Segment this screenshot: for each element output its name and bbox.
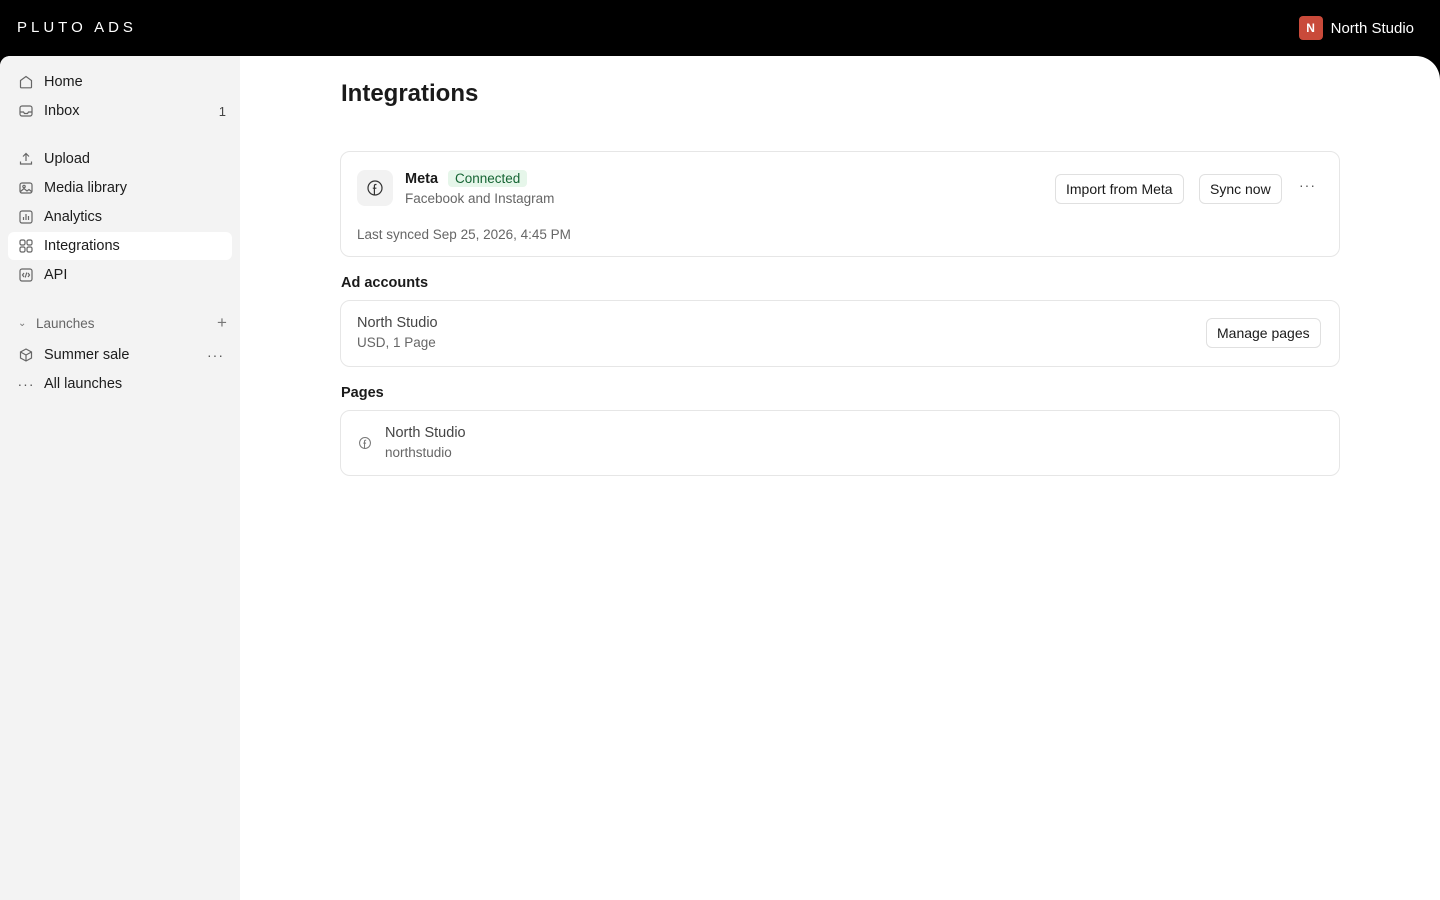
workspace-avatar: N — [1298, 16, 1323, 40]
launches-section-header[interactable]: ⌄ Launches + — [18, 312, 230, 334]
facebook-icon — [357, 170, 393, 206]
integration-name: Meta — [405, 171, 439, 187]
sidebar-item-label: Media library — [44, 180, 127, 196]
sidebar-item-label: Analytics — [44, 209, 103, 225]
last-synced-text: Last synced Sep 25, 2026, 4:45 PM — [357, 227, 571, 242]
ad-account-card: North Studio USD, 1 Page Manage pages — [340, 300, 1340, 367]
main-content: Integrations Meta Connected Facebook and… — [240, 56, 1440, 900]
app-logo[interactable]: PLUTO ADS — [17, 19, 137, 36]
inbox-icon — [8, 103, 44, 119]
inbox-count-badge: 1 — [218, 103, 226, 119]
analytics-icon — [8, 209, 44, 225]
page-card: North Studio northstudio — [340, 410, 1340, 476]
integrations-icon — [8, 238, 44, 254]
more-options-button[interactable]: ··· — [1299, 177, 1316, 193]
home-icon — [8, 74, 44, 90]
sidebar-item-label: Upload — [44, 151, 90, 167]
media-library-icon — [8, 180, 44, 196]
page-title: Integrations — [341, 80, 479, 107]
box-icon — [8, 347, 44, 363]
workspace-switcher[interactable]: N North Studio — [1298, 16, 1414, 40]
sidebar-item-analytics[interactable]: Analytics — [8, 203, 232, 231]
sidebar-item-label: API — [44, 267, 68, 283]
top-bar: PLUTO ADS N North Studio — [0, 0, 1440, 56]
ad-account-details: USD, 1 Page — [357, 335, 436, 350]
add-launch-button[interactable]: + — [214, 313, 230, 333]
sidebar-item-label: Home — [44, 74, 83, 90]
manage-pages-button[interactable]: Manage pages — [1206, 318, 1321, 348]
meta-integration-card: Meta Connected Facebook and Instagram La… — [340, 151, 1340, 257]
sidebar-item-label: All launches — [44, 376, 123, 392]
api-icon — [8, 267, 44, 283]
workspace-name: North Studio — [1330, 19, 1414, 37]
sidebar-item-integrations[interactable]: Integrations — [8, 232, 232, 260]
ellipsis-icon: ··· — [17, 376, 35, 392]
ad-account-name: North Studio — [357, 315, 438, 331]
sidebar-item-all-launches[interactable]: ··· All launches — [8, 370, 232, 398]
pages-heading: Pages — [341, 385, 384, 401]
page-handle: northstudio — [385, 445, 452, 460]
sidebar-item-label: Integrations — [44, 238, 120, 254]
sidebar-item-inbox[interactable]: Inbox 1 — [8, 97, 232, 125]
sync-now-button[interactable]: Sync now — [1199, 174, 1282, 204]
sidebar: Home Inbox 1 Upload Media library Analyt… — [0, 56, 240, 900]
sidebar-item-label: Inbox — [44, 103, 80, 119]
chevron-down-icon: ⌄ — [18, 317, 27, 329]
sidebar-item-summer-sale[interactable]: Summer sale ··· — [8, 341, 232, 369]
sidebar-item-home[interactable]: Home — [8, 68, 232, 96]
import-from-meta-button[interactable]: Import from Meta — [1055, 174, 1184, 204]
ad-accounts-heading: Ad accounts — [341, 275, 429, 291]
integration-subtitle: Facebook and Instagram — [405, 191, 555, 206]
sidebar-item-upload[interactable]: Upload — [8, 145, 232, 173]
upload-icon — [8, 151, 44, 167]
launches-section-label: Launches — [36, 315, 95, 331]
sidebar-item-media-library[interactable]: Media library — [8, 174, 232, 202]
facebook-page-icon — [358, 436, 372, 455]
sidebar-item-api[interactable]: API — [8, 261, 232, 289]
app-shell: Home Inbox 1 Upload Media library Analyt… — [0, 56, 1440, 900]
launch-more-button[interactable]: ··· — [207, 347, 232, 363]
sidebar-item-label: Summer sale — [44, 347, 130, 363]
page-name: North Studio — [385, 425, 466, 441]
status-badge: Connected — [448, 170, 528, 187]
